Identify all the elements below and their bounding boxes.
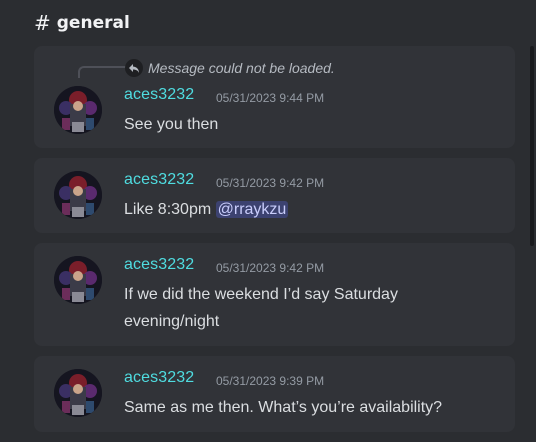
message-text: Like 8:30pm [124,201,212,218]
reply-connector [78,66,126,78]
timestamp: 05/31/2023 9:44 PM [216,91,325,105]
message-text-line: If we did the weekend I’d say Saturday [124,286,398,303]
message-content: See you then [124,116,219,133]
message-text-line: evening/night [124,313,220,330]
timestamp: 05/31/2023 9:42 PM [216,176,325,190]
scrollbar[interactable] [530,46,534,246]
channel-hash-icon: # [34,11,51,35]
timestamp: 05/31/2023 9:42 PM [216,261,325,275]
avatar[interactable] [54,256,102,304]
message-card[interactable]: aces3232 05/31/2023 9:39 PM Same as me t… [34,356,515,432]
username[interactable]: aces3232 [124,256,194,274]
reply-arrow-icon [125,59,143,77]
username[interactable]: aces3232 [124,369,194,387]
message-content: Like 8:30pm @rraykzu [124,196,499,223]
avatar[interactable] [54,86,102,134]
message-content: Same as me then. What’s you’re availabil… [124,399,443,416]
reply-unavailable-text[interactable]: Message could not be loaded. [148,59,335,77]
message-content: If we did the weekend I’d say Saturday e… [124,281,499,335]
user-mention[interactable]: @rraykzu [215,201,289,218]
avatar[interactable] [54,369,102,417]
message-card[interactable]: aces3232 05/31/2023 9:42 PM If we did th… [34,243,515,346]
avatar[interactable] [54,171,102,219]
channel-header: # general [34,10,130,36]
message-card[interactable]: aces3232 05/31/2023 9:42 PM Like 8:30pm … [34,158,515,233]
timestamp: 05/31/2023 9:39 PM [216,374,325,388]
username[interactable]: aces3232 [124,171,194,189]
username[interactable]: aces3232 [124,86,194,104]
channel-name[interactable]: general [57,10,130,36]
message-card[interactable]: Message could not be loaded. aces3232 05… [34,46,515,148]
